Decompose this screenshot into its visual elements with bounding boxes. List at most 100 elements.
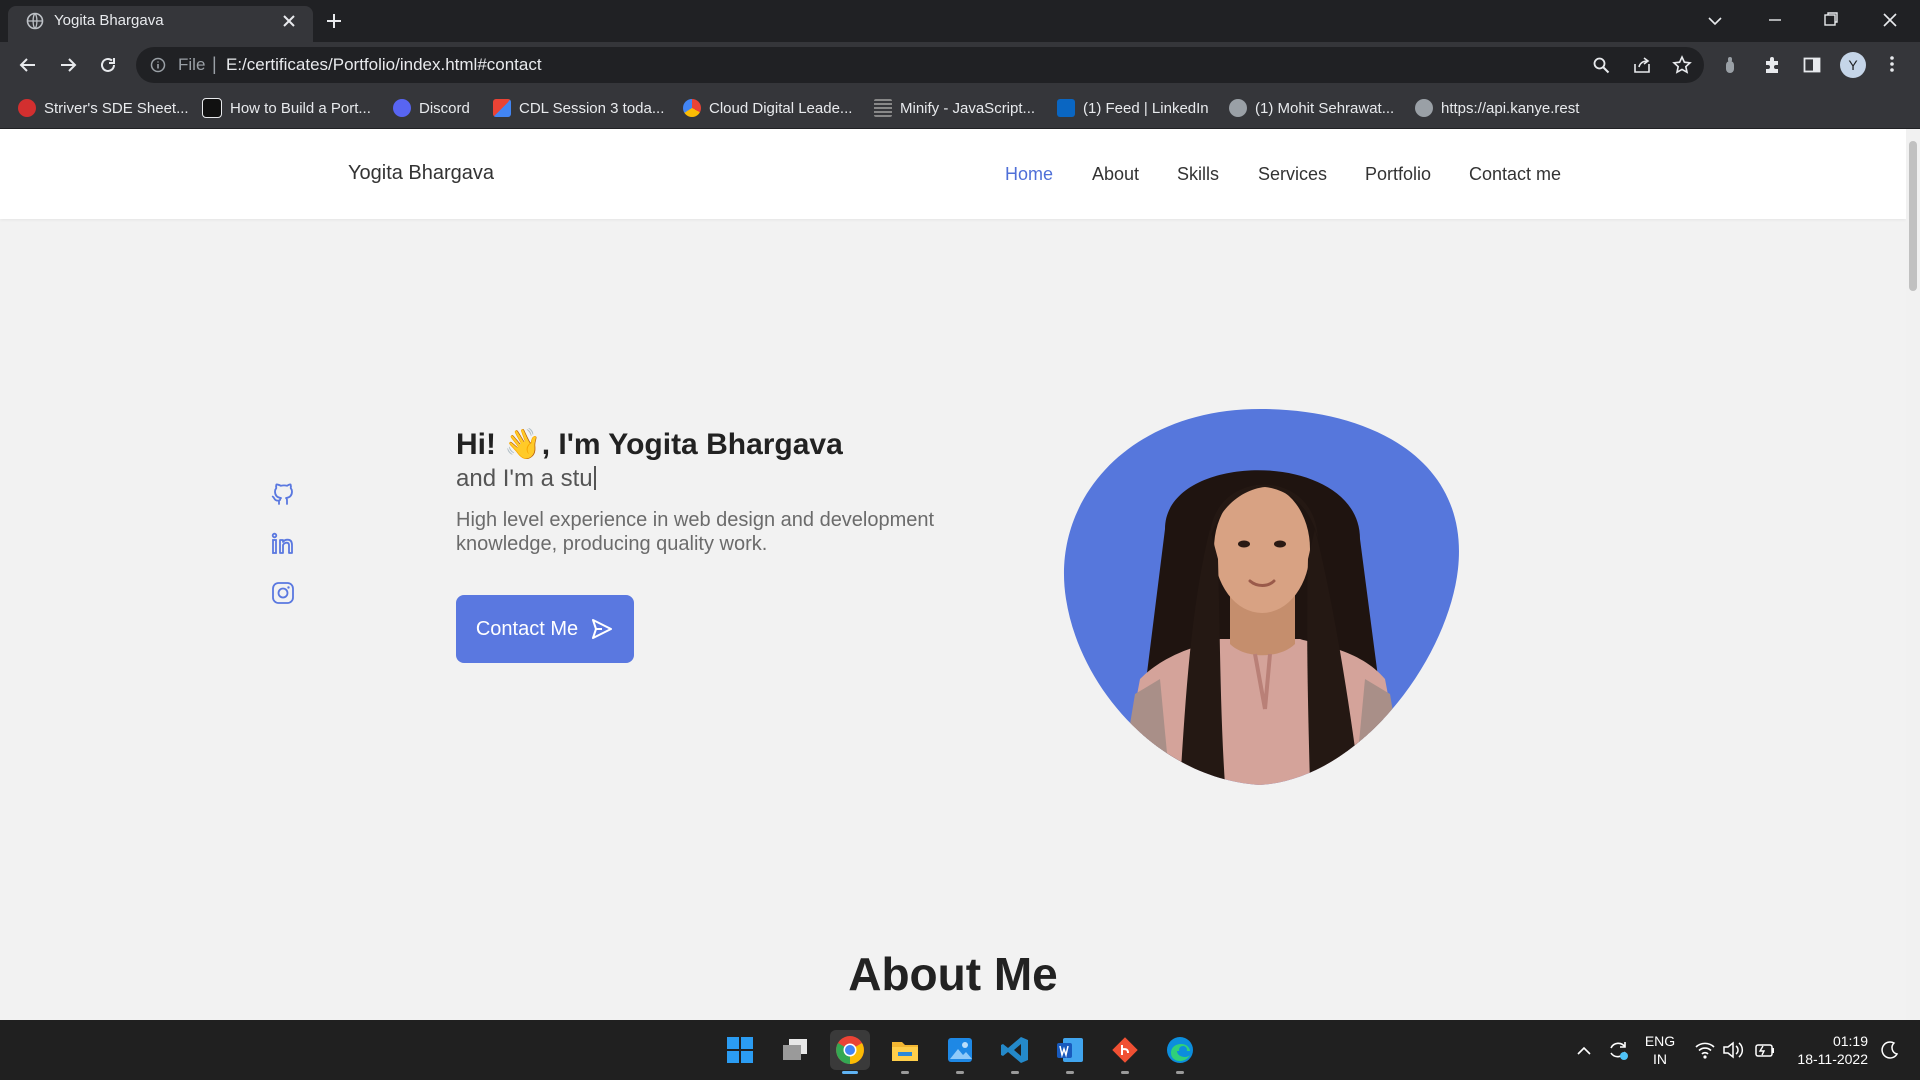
- bookmark-label: https://api.kanye.rest: [1441, 99, 1580, 117]
- running-app-indicator: [1066, 1071, 1074, 1074]
- gmail-icon: [493, 99, 511, 117]
- tab-globe-icon: [26, 12, 44, 30]
- github-icon[interactable]: [270, 482, 296, 508]
- show-hidden-icons-chevron-icon[interactable]: [1576, 1043, 1592, 1059]
- url-text[interactable]: E:/certificates/Portfolio/index.html#con…: [226, 55, 542, 75]
- url-separator: |: [212, 54, 217, 74]
- globe-icon: [1415, 99, 1433, 117]
- battery-icon[interactable]: [1752, 1040, 1776, 1060]
- discord-icon: [393, 99, 411, 117]
- minimize-icon[interactable]: [1766, 11, 1784, 29]
- minify-icon: [874, 99, 892, 117]
- extension-icon[interactable]: [1722, 55, 1738, 75]
- vscode-icon[interactable]: [995, 1030, 1035, 1070]
- site-info-icon[interactable]: [150, 57, 166, 73]
- new-tab-icon[interactable]: [324, 11, 344, 31]
- nav-services[interactable]: Services: [1258, 164, 1327, 185]
- task-view-icon[interactable]: [775, 1030, 815, 1070]
- running-app-indicator: [1176, 1071, 1184, 1074]
- scrollbar-thumb[interactable]: [1909, 141, 1917, 291]
- volume-icon[interactable]: [1722, 1040, 1744, 1060]
- bookmark-item[interactable]: Cloud Digital Leade...: [683, 96, 852, 120]
- restore-icon[interactable]: [1822, 10, 1840, 28]
- send-icon: [590, 617, 614, 641]
- globe-icon: [1229, 99, 1247, 117]
- clock-date: 18-11-2022: [1797, 1051, 1868, 1067]
- bookmark-item[interactable]: How to Build a Port...: [202, 96, 371, 120]
- hero-description: High level experience in web design and …: [456, 509, 935, 555]
- file-explorer-icon[interactable]: [885, 1030, 925, 1070]
- extensions-puzzle-icon[interactable]: [1762, 55, 1782, 75]
- bookmark-label: Cloud Digital Leade...: [709, 99, 853, 117]
- input-language-indicator[interactable]: ENG IN: [1640, 1032, 1680, 1068]
- region-code: IN: [1653, 1051, 1667, 1067]
- contact-me-label: Contact Me: [475, 617, 579, 640]
- reload-icon[interactable]: [98, 55, 118, 75]
- focus-assist-moon-icon[interactable]: [1880, 1040, 1900, 1060]
- typed-text: and I'm a stu: [456, 465, 593, 492]
- tab-search-chevron-icon[interactable]: [1706, 12, 1724, 30]
- sync-icon[interactable]: [1606, 1038, 1630, 1062]
- running-app-indicator: [956, 1071, 964, 1074]
- running-app-indicator: [1011, 1071, 1019, 1074]
- a11y-icon: [202, 98, 222, 118]
- back-icon[interactable]: [18, 55, 38, 75]
- active-app-indicator: [842, 1071, 858, 1074]
- file-scheme-label: File: [178, 55, 206, 74]
- hero-title-greeting: Hi!: [456, 428, 505, 461]
- windows-start-icon[interactable]: [720, 1030, 760, 1070]
- photos-icon[interactable]: [940, 1030, 980, 1070]
- window-close-icon[interactable]: [1880, 10, 1900, 30]
- bookmark-item[interactable]: (1) Mohit Sehrawat...: [1229, 96, 1394, 120]
- profile-avatar[interactable]: Y: [1840, 52, 1866, 78]
- tab-close-icon[interactable]: [280, 12, 298, 30]
- more-menu-icon[interactable]: [1888, 54, 1896, 74]
- nav-skills[interactable]: Skills: [1177, 164, 1219, 185]
- tab-title: Yogita Bhargava: [54, 12, 164, 29]
- bookmark-item[interactable]: Discord: [393, 96, 470, 120]
- site-brand[interactable]: Yogita Bhargava: [348, 162, 494, 185]
- bookmark-label: Discord: [419, 99, 470, 117]
- system-clock[interactable]: 01:19 18-11-2022: [1790, 1032, 1868, 1068]
- wifi-icon[interactable]: [1694, 1040, 1716, 1060]
- nav-contact[interactable]: Contact me: [1469, 164, 1561, 185]
- hero-subtitle: and I'm a stu: [456, 465, 596, 493]
- nav-home[interactable]: Home: [1005, 164, 1053, 185]
- linkedin-icon: [1057, 99, 1075, 117]
- word-icon[interactable]: [1050, 1030, 1090, 1070]
- side-panel-icon[interactable]: [1802, 55, 1822, 75]
- bookmark-item[interactable]: Minify - JavaScript...: [874, 96, 1035, 120]
- typing-caret: [593, 466, 596, 490]
- webpage-viewport: Yogita Bhargava Home About Skills Servic…: [0, 129, 1906, 1020]
- search-icon[interactable]: [1592, 56, 1610, 74]
- bookmark-label: Striver's SDE Sheet...: [44, 99, 189, 117]
- google-cloud-icon: [683, 99, 701, 117]
- about-section-heading: About Me: [848, 948, 1058, 1000]
- git-icon[interactable]: [1105, 1030, 1145, 1070]
- bookmark-item[interactable]: Striver's SDE Sheet...: [18, 96, 189, 120]
- bookmark-item[interactable]: (1) Feed | LinkedIn: [1057, 96, 1209, 120]
- bookmark-star-icon[interactable]: [1672, 55, 1692, 75]
- clock-time: 01:19: [1832, 1033, 1868, 1049]
- bookmark-label: (1) Mohit Sehrawat...: [1255, 99, 1395, 117]
- hero-title: Hi! 👋, I'm Yogita Bhargava: [456, 427, 843, 462]
- chrome-icon[interactable]: [830, 1030, 870, 1070]
- bookmark-item[interactable]: CDL Session 3 toda...: [493, 96, 664, 120]
- nav-portfolio[interactable]: Portfolio: [1365, 164, 1431, 185]
- bookmark-label: (1) Feed | LinkedIn: [1083, 99, 1209, 117]
- nav-about[interactable]: About: [1092, 164, 1139, 185]
- share-icon[interactable]: [1632, 55, 1652, 75]
- running-app-indicator: [901, 1071, 909, 1074]
- wave-emoji-icon: 👋: [504, 428, 542, 461]
- contact-me-button[interactable]: Contact Me: [456, 595, 634, 663]
- site-header: [0, 129, 1906, 219]
- instagram-icon[interactable]: [270, 580, 296, 606]
- forward-icon[interactable]: [58, 55, 78, 75]
- tuf-icon: [18, 99, 36, 117]
- linkedin-icon[interactable]: [270, 531, 296, 557]
- hero-title-name: , I'm Yogita Bhargava: [541, 428, 843, 461]
- profile-image: [1060, 409, 1464, 785]
- edge-icon[interactable]: [1160, 1030, 1200, 1070]
- bookmark-item[interactable]: https://api.kanye.rest: [1415, 96, 1579, 120]
- language-code: ENG: [1644, 1033, 1676, 1049]
